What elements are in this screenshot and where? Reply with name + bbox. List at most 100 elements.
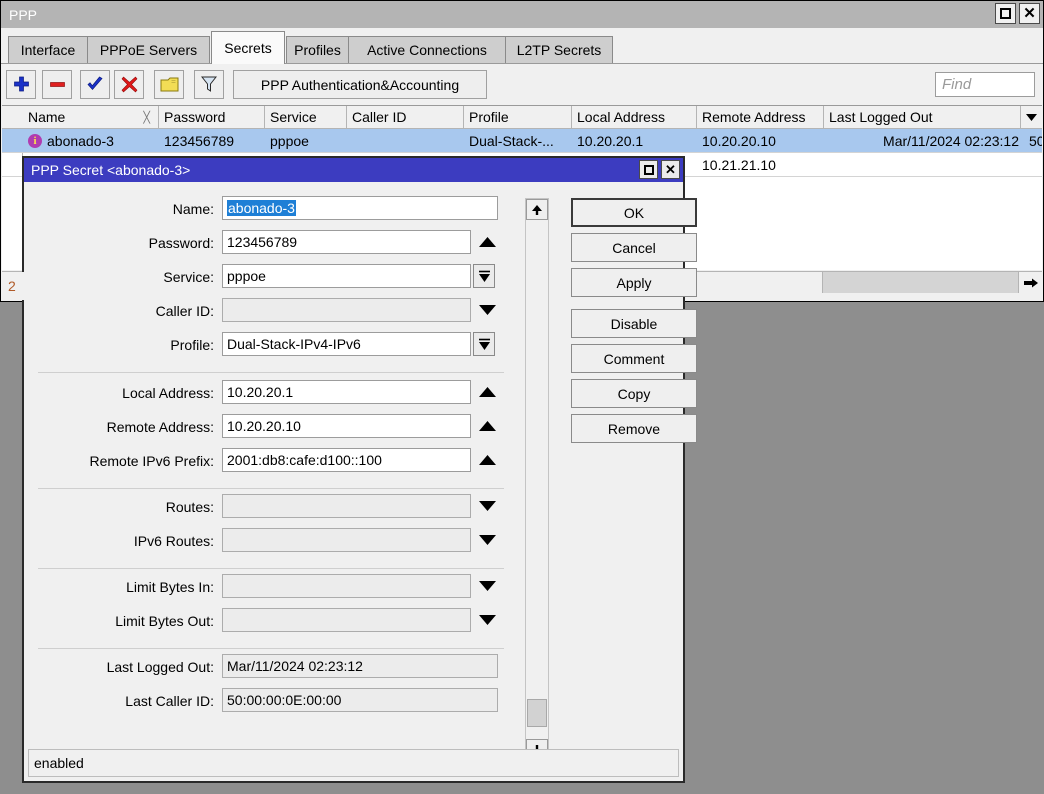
tab-active-connections[interactable]: Active Connections bbox=[348, 36, 506, 63]
limit-bytes-out-down-arrow-icon[interactable] bbox=[476, 608, 498, 632]
restore-button[interactable] bbox=[995, 3, 1016, 24]
tab-label: Interface bbox=[21, 42, 75, 58]
column-header-name[interactable]: Name ╳ bbox=[23, 106, 159, 128]
last-caller-id-value: 50:00:00:0E:00:00 bbox=[222, 688, 498, 712]
tab-interface[interactable]: Interface bbox=[8, 36, 88, 63]
field-row-limit-bytes-in: Limit Bytes In: bbox=[24, 574, 683, 600]
password-input[interactable]: 123456789 bbox=[222, 230, 471, 254]
column-label: Caller ID bbox=[352, 109, 406, 125]
caller-id-down-arrow-icon[interactable] bbox=[476, 298, 498, 322]
dialog-restore-button[interactable] bbox=[639, 160, 658, 179]
limit-bytes-in-down-arrow-icon[interactable] bbox=[476, 574, 498, 598]
dialog-status-bar: enabled bbox=[28, 749, 679, 777]
tabstrip: Interface PPPoE Servers Secrets Profiles… bbox=[1, 28, 1043, 64]
profile-input[interactable]: Dual-Stack-IPv4-IPv6 bbox=[222, 332, 471, 356]
ppp-titlebar: PPP ✕ bbox=[1, 1, 1043, 28]
column-header-password[interactable]: Password bbox=[159, 106, 265, 128]
disable-button[interactable]: Disable bbox=[571, 309, 697, 338]
field-row-last-caller-id: Last Caller ID: 50:00:00:0E:00:00 bbox=[24, 688, 683, 714]
cell-service: pppoe bbox=[265, 129, 347, 152]
remote-address-up-arrow-icon[interactable] bbox=[476, 414, 498, 438]
disable-icon[interactable] bbox=[114, 70, 144, 99]
tab-label: Secrets bbox=[224, 40, 271, 56]
copy-button[interactable]: Copy bbox=[571, 379, 697, 408]
vscroll-thumb[interactable] bbox=[527, 699, 547, 727]
label-remote-address: Remote Address: bbox=[24, 414, 220, 440]
search-input[interactable]: Find bbox=[935, 72, 1035, 97]
remove-button[interactable]: Remove bbox=[571, 414, 697, 443]
column-label: Profile bbox=[469, 109, 509, 125]
last-logged-out-value: Mar/11/2024 02:23:12 bbox=[222, 654, 498, 678]
window-title-buttons: ✕ bbox=[995, 3, 1040, 24]
routes-input[interactable] bbox=[222, 494, 471, 518]
scroll-up-button[interactable] bbox=[526, 199, 548, 220]
remote-ipv6-prefix-input[interactable]: 2001:db8:cafe:d100::100 bbox=[222, 448, 471, 472]
remote-ipv6-prefix-up-arrow-icon[interactable] bbox=[476, 448, 498, 472]
tab-secrets[interactable]: Secrets bbox=[211, 31, 285, 64]
password-up-arrow-icon[interactable] bbox=[476, 230, 498, 254]
label-limit-bytes-in: Limit Bytes In: bbox=[24, 574, 220, 600]
tab-pppoe-servers[interactable]: PPPoE Servers bbox=[87, 36, 210, 63]
column-chooser-button[interactable] bbox=[1020, 106, 1042, 128]
label-password: Password: bbox=[24, 230, 220, 256]
service-input[interactable]: pppoe bbox=[222, 264, 471, 288]
caller-id-input[interactable] bbox=[222, 298, 471, 322]
cell-value: abonado-3 bbox=[47, 133, 114, 149]
section-divider bbox=[38, 372, 504, 373]
label-caller-id: Caller ID: bbox=[24, 298, 220, 324]
cell-last-caller-id: 50: bbox=[1024, 129, 1042, 152]
column-header-remote-address[interactable]: Remote Address bbox=[697, 106, 824, 128]
ppp-auth-accounting-label: PPP Authentication&Accounting bbox=[261, 77, 459, 93]
ipv6-routes-down-arrow-icon[interactable] bbox=[476, 528, 498, 552]
limit-bytes-in-input[interactable] bbox=[222, 574, 471, 598]
filter-icon[interactable] bbox=[194, 70, 224, 99]
comment-button[interactable]: Comment bbox=[571, 344, 697, 373]
tab-label: L2TP Secrets bbox=[517, 42, 602, 58]
local-address-input[interactable]: 10.20.20.1 bbox=[222, 380, 471, 404]
column-header-caller-id[interactable]: Caller ID bbox=[347, 106, 464, 128]
dialog-vertical-scrollbar[interactable] bbox=[525, 198, 549, 761]
column-header-local-address[interactable]: Local Address bbox=[572, 106, 697, 128]
tab-label: PPPoE Servers bbox=[100, 42, 197, 58]
column-header-last-logged-out[interactable]: Last Logged Out bbox=[824, 106, 1022, 128]
column-header-profile[interactable]: Profile bbox=[464, 106, 572, 128]
label-profile: Profile: bbox=[24, 332, 220, 358]
name-input[interactable]: abonado-3 bbox=[222, 196, 498, 220]
dialog-close-button[interactable]: ✕ bbox=[661, 160, 680, 179]
cancel-button[interactable]: Cancel bbox=[571, 233, 697, 262]
ipv6-routes-input[interactable] bbox=[222, 528, 471, 552]
tab-profiles[interactable]: Profiles bbox=[286, 36, 349, 63]
dialog-titlebar: PPP Secret <abonado-3> ✕ bbox=[24, 158, 683, 182]
ppp-auth-accounting-button[interactable]: PPP Authentication&Accounting bbox=[233, 70, 487, 99]
column-header-service[interactable]: Service bbox=[265, 106, 347, 128]
close-button[interactable]: ✕ bbox=[1019, 3, 1040, 24]
section-divider bbox=[38, 648, 504, 649]
add-icon[interactable] bbox=[6, 70, 36, 99]
local-address-up-arrow-icon[interactable] bbox=[476, 380, 498, 404]
label-service: Service: bbox=[24, 264, 220, 290]
restore-icon bbox=[644, 165, 654, 175]
field-row-last-logged-out: Last Logged Out: Mar/11/2024 02:23:12 bbox=[24, 654, 683, 680]
scroll-right-button[interactable] bbox=[1018, 272, 1042, 293]
section-divider bbox=[38, 488, 504, 489]
tab-l2tp-secrets[interactable]: L2TP Secrets bbox=[505, 36, 613, 63]
label-ipv6-routes: IPv6 Routes: bbox=[24, 528, 220, 554]
enable-icon[interactable] bbox=[80, 70, 110, 99]
item-count: 2 bbox=[2, 272, 32, 300]
section-divider bbox=[38, 568, 504, 569]
apply-button[interactable]: Apply bbox=[571, 268, 697, 297]
column-label: Password bbox=[164, 109, 225, 125]
remote-address-input[interactable]: 10.20.20.10 bbox=[222, 414, 471, 438]
ppp-secret-dialog: PPP Secret <abonado-3> ✕ Name: abonado-3 bbox=[22, 156, 685, 783]
close-icon: ✕ bbox=[665, 163, 676, 176]
cell-remote-address: 10.20.20.10 bbox=[697, 129, 824, 152]
column-label: Remote Address bbox=[702, 109, 806, 125]
profile-dropdown-button[interactable] bbox=[473, 332, 495, 356]
routes-down-arrow-icon[interactable] bbox=[476, 494, 498, 518]
comment-icon[interactable] bbox=[154, 70, 184, 99]
table-row[interactable]: i abonado-3 123456789 pppoe Dual-Stack-.… bbox=[2, 129, 1042, 152]
ok-button[interactable]: OK bbox=[571, 198, 697, 227]
remove-icon[interactable] bbox=[42, 70, 72, 99]
service-dropdown-button[interactable] bbox=[473, 264, 495, 288]
limit-bytes-out-input[interactable] bbox=[222, 608, 471, 632]
